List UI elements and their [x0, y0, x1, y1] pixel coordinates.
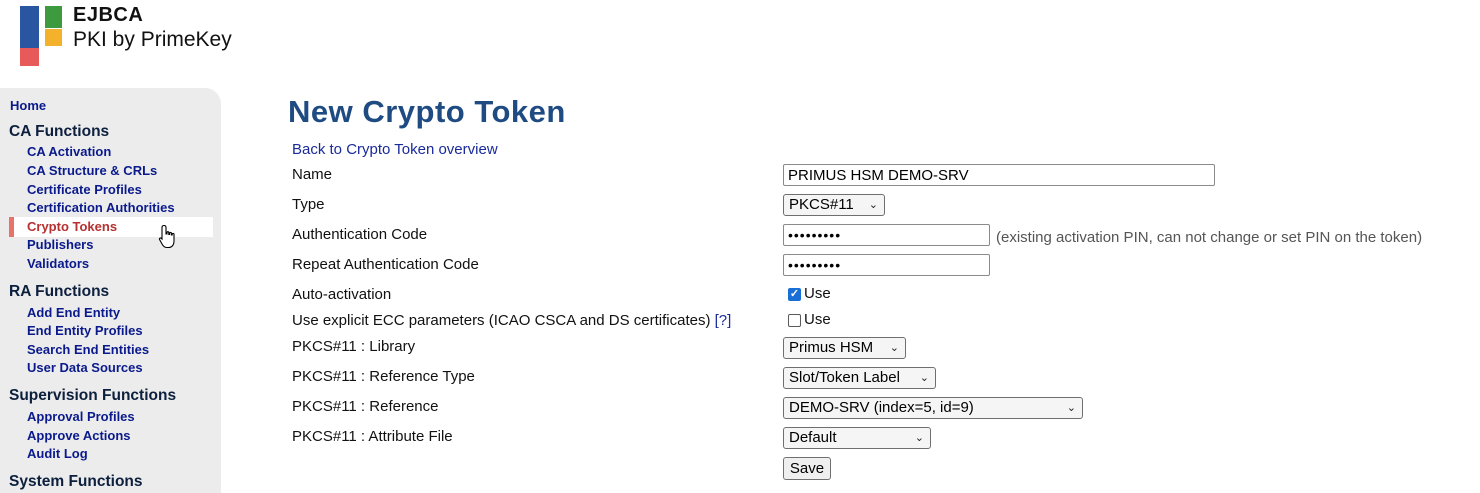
reference-type-select-value: Slot/Token Label — [789, 369, 900, 386]
nav-ca-activation[interactable]: CA Activation — [27, 144, 111, 159]
nav-add-end-entity[interactable]: Add End Entity — [27, 305, 120, 320]
reference-type-label: PKCS#11 : Reference Type — [292, 368, 475, 385]
auto-activation-checkbox[interactable]: ✓ — [788, 288, 801, 301]
reference-select-value: DEMO-SRV (index=5, id=9) — [789, 399, 974, 416]
save-button[interactable]: Save — [783, 457, 831, 480]
nav-search-end-entities[interactable]: Search End Entities — [27, 342, 149, 357]
chevron-down-icon: ⌄ — [868, 199, 878, 211]
nav-approve-actions[interactable]: Approve Actions — [27, 428, 131, 443]
logo-green-bar — [45, 6, 62, 28]
logo-yellow-bar — [45, 29, 62, 46]
auth-code-hint: (existing activation PIN, can not change… — [996, 229, 1423, 246]
explicit-ecc-label: Use explicit ECC parameters (ICAO CSCA a… — [292, 312, 731, 329]
repeat-auth-code-label: Repeat Authentication Code — [292, 256, 479, 273]
attribute-file-label: PKCS#11 : Attribute File — [292, 428, 453, 445]
attribute-file-select[interactable]: Default ⌄ — [783, 427, 931, 449]
nav-section-supervision-functions: Supervision Functions — [9, 387, 177, 404]
explicit-ecc-help-link[interactable]: [?] — [715, 312, 732, 329]
nav-audit-log[interactable]: Audit Log — [27, 446, 88, 461]
nav-active-marker — [9, 217, 14, 237]
chevron-down-icon: ⌄ — [1066, 402, 1076, 414]
hand-cursor-icon — [158, 224, 175, 249]
type-label: Type — [292, 196, 325, 213]
explicit-ecc-checkbox[interactable] — [788, 314, 801, 327]
chevron-down-icon: ⌄ — [919, 372, 929, 384]
ejbca-logo — [20, 6, 70, 68]
nav-certification-authorities[interactable]: Certification Authorities — [27, 200, 175, 215]
library-select[interactable]: Primus HSM ⌄ — [783, 337, 906, 359]
name-input[interactable] — [783, 164, 1215, 186]
library-label: PKCS#11 : Library — [292, 338, 416, 355]
auth-code-input[interactable] — [783, 224, 990, 246]
nav-crypto-tokens[interactable]: Crypto Tokens — [27, 219, 117, 234]
brand-tagline: PKI by PrimeKey — [73, 28, 232, 51]
attribute-file-select-value: Default — [789, 429, 837, 446]
nav-ca-structure-crls[interactable]: CA Structure & CRLs — [27, 163, 157, 178]
nav-validators[interactable]: Validators — [27, 256, 89, 271]
auth-code-label: Authentication Code — [292, 226, 428, 243]
brand-name: EJBCA — [73, 4, 144, 26]
logo-blue-bar — [20, 6, 39, 48]
name-label: Name — [292, 166, 333, 183]
nav-section-ca-functions: CA Functions — [9, 123, 110, 140]
nav-approval-profiles[interactable]: Approval Profiles — [27, 409, 135, 424]
nav-publishers[interactable]: Publishers — [27, 237, 93, 252]
nav-certificate-profiles[interactable]: Certificate Profiles — [27, 182, 142, 197]
auto-activation-use-label: Use — [804, 285, 831, 302]
nav-end-entity-profiles[interactable]: End Entity Profiles — [27, 323, 143, 338]
chevron-down-icon: ⌄ — [914, 432, 924, 444]
page-title: New Crypto Token — [288, 94, 566, 129]
type-select[interactable]: PKCS#11 ⌄ — [783, 194, 885, 216]
explicit-ecc-use-label: Use — [804, 311, 831, 328]
nav-section-system-functions: System Functions — [9, 473, 143, 490]
explicit-ecc-label-text: Use explicit ECC parameters (ICAO CSCA a… — [292, 312, 711, 329]
chevron-down-icon: ⌄ — [889, 342, 899, 354]
logo-red-bar — [20, 48, 39, 66]
reference-label: PKCS#11 : Reference — [292, 398, 439, 415]
back-to-crypto-token-overview-link[interactable]: Back to Crypto Token overview — [292, 141, 498, 158]
auto-activation-label: Auto-activation — [292, 286, 392, 303]
reference-select[interactable]: DEMO-SRV (index=5, id=9) ⌄ — [783, 397, 1083, 419]
repeat-auth-code-input[interactable] — [783, 254, 990, 276]
nav-section-ra-functions: RA Functions — [9, 283, 110, 300]
library-select-value: Primus HSM — [789, 339, 874, 356]
type-select-value: PKCS#11 — [789, 196, 854, 213]
nav-user-data-sources[interactable]: User Data Sources — [27, 360, 143, 375]
nav-home[interactable]: Home — [10, 98, 46, 113]
reference-type-select[interactable]: Slot/Token Label ⌄ — [783, 367, 936, 389]
